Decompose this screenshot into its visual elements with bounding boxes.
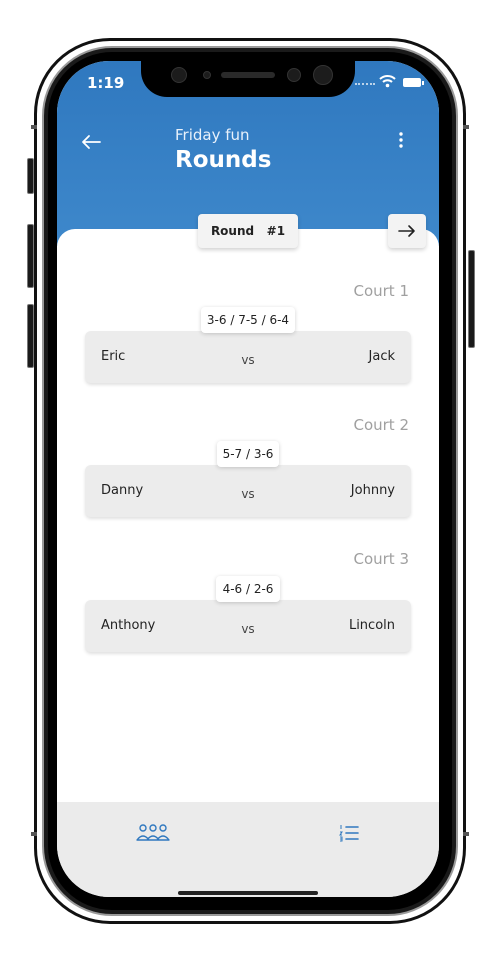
score-badge: 3-6 / 7-5 / 6-4 (201, 307, 295, 333)
frame-antenna-band (31, 832, 37, 836)
court-label: Court 3 (353, 550, 409, 568)
wifi-icon (379, 73, 396, 92)
notch-sensor (171, 67, 187, 83)
numbered-list-icon (339, 825, 359, 842)
frame-antenna-band (31, 125, 37, 129)
player-right: Lincoln (348, 618, 395, 633)
silent-switch (27, 158, 34, 194)
player-right: Jack (368, 349, 395, 364)
court-label: Court 1 (353, 282, 409, 300)
more-vertical-icon (399, 132, 403, 148)
page-subtitle: Friday fun (175, 126, 250, 144)
match-card[interactable]: Anthony vs Lincoln (85, 600, 411, 652)
notch-speaker (221, 72, 275, 78)
front-camera (287, 68, 301, 82)
arrow-right-icon (398, 225, 415, 237)
player-right: Johnny (350, 483, 395, 498)
more-menu-button[interactable] (395, 131, 407, 149)
next-round-button[interactable] (388, 214, 426, 248)
volume-up-button (27, 224, 34, 288)
round-label: Round (210, 224, 255, 238)
arrow-left-icon (82, 135, 101, 149)
back-button[interactable] (81, 131, 101, 155)
notch-sensor (203, 71, 211, 79)
vs-label: vs (241, 353, 255, 367)
status-time: 1:19 (87, 74, 125, 92)
score-badge: 5-7 / 3-6 (217, 441, 279, 467)
frame-antenna-band (463, 125, 469, 129)
round-number: #1 (266, 224, 286, 238)
players-group-icon (136, 824, 170, 841)
home-indicator[interactable] (178, 891, 318, 895)
score-badge: 4-6 / 2-6 (216, 576, 280, 602)
volume-down-button (27, 304, 34, 368)
phone-screen: 1:19 Friday fun Rounds Round #1 Court 1 … (57, 61, 439, 897)
notch-sensor (313, 65, 333, 85)
tab-rounds[interactable] (339, 824, 363, 848)
page-title: Rounds (175, 147, 272, 173)
bottom-nav (57, 802, 439, 897)
frame-antenna-band (463, 832, 469, 836)
battery-nub (422, 81, 424, 85)
tab-players[interactable] (135, 822, 175, 856)
power-button (468, 250, 475, 348)
battery-icon (403, 78, 421, 87)
round-indicator: Round #1 (198, 214, 298, 248)
court-label: Court 2 (353, 416, 409, 434)
cellular-signal-icon (355, 83, 375, 88)
match-card[interactable]: Danny vs Johnny (85, 465, 411, 517)
match-card[interactable]: Eric vs Jack (85, 331, 411, 383)
